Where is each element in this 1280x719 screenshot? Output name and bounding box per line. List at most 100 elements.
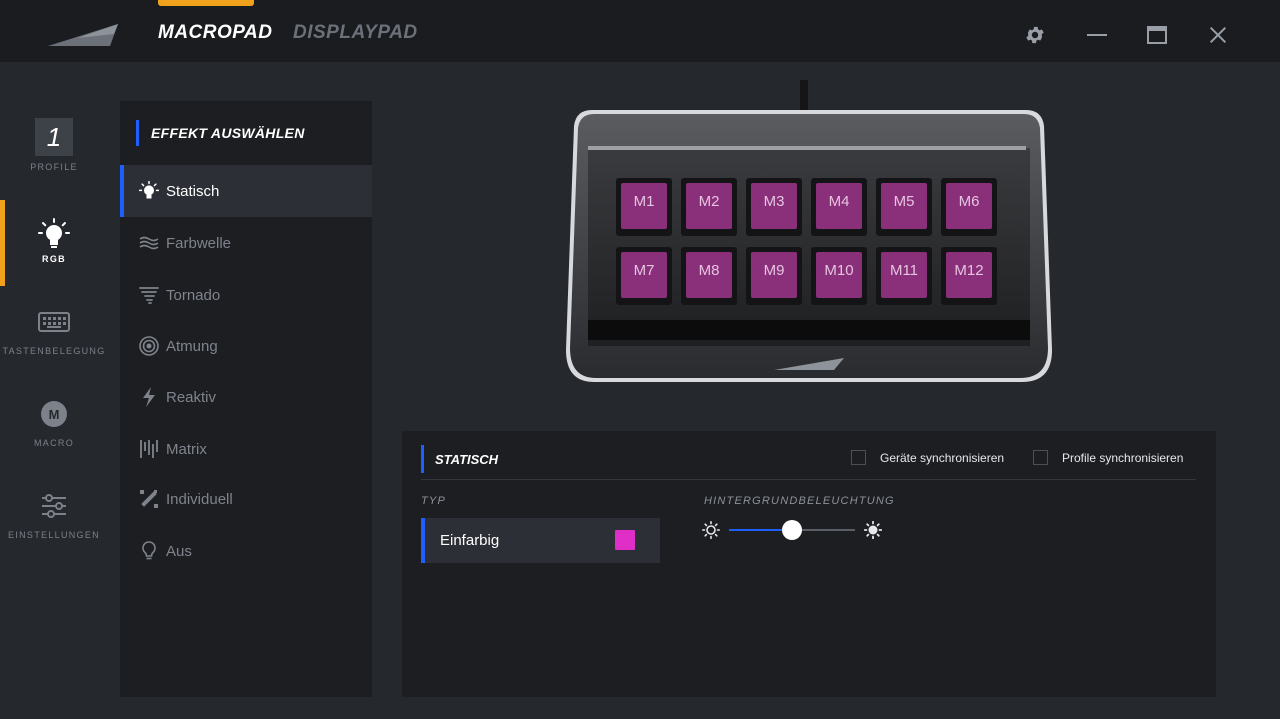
typ-label: TYP — [421, 495, 446, 507]
rail-item-einstellungen[interactable]: EINSTELLUNGEN — [0, 492, 108, 578]
custom-brush-icon — [138, 488, 160, 510]
effect-item-tornado[interactable]: Tornado — [120, 269, 372, 321]
macro-key-m6[interactable]: M6 — [941, 178, 997, 236]
effect-label: Tornado — [166, 286, 221, 304]
settings-title-text: STATISCH — [435, 451, 499, 467]
key-label: M12 — [946, 252, 992, 298]
macro-m-icon: M — [41, 401, 67, 427]
macro-key-m12[interactable]: M12 — [941, 247, 997, 305]
sync-profiles-checkbox[interactable]: Profile synchronisieren — [1033, 450, 1183, 465]
active-tab-indicator — [158, 0, 254, 6]
typ-selector[interactable]: Einfarbig — [421, 518, 660, 563]
key-label: M4 — [816, 183, 862, 229]
checkbox-box[interactable] — [1033, 450, 1048, 465]
profile-number-icon: 1 — [35, 118, 73, 156]
effect-label: Aus — [166, 542, 192, 560]
macro-key-m10[interactable]: M10 — [811, 247, 867, 305]
backlight-slider[interactable] — [702, 519, 884, 541]
divider — [421, 479, 1196, 480]
gear-icon — [1026, 26, 1044, 44]
rail-item-label: EINSTELLUNGEN — [8, 530, 100, 540]
matrix-icon — [138, 438, 160, 460]
maximize-icon — [1147, 26, 1167, 44]
svg-text:M: M — [49, 407, 60, 422]
title-accent-bar — [136, 120, 139, 146]
macro-key-m5[interactable]: M5 — [876, 178, 932, 236]
key-label: M8 — [686, 252, 732, 298]
top-bar: MACROPAD DISPLAYPAD — [0, 0, 1280, 62]
macro-key-m7[interactable]: M7 — [616, 247, 672, 305]
lightbulb-icon — [138, 180, 160, 202]
effect-item-matrix[interactable]: Matrix — [120, 423, 372, 475]
effect-label: Reaktiv — [166, 388, 217, 406]
checkbox-box[interactable] — [851, 450, 866, 465]
effect-item-individuell[interactable]: Individuell — [120, 473, 372, 525]
key-label: M9 — [751, 252, 797, 298]
rail-item-rgb[interactable]: RGB — [0, 218, 108, 304]
effect-panel: EFFEKT AUSWÄHLEN Statisch Farbwelle Torn… — [120, 101, 372, 697]
macro-key-m11[interactable]: M11 — [876, 247, 932, 305]
key-label: M10 — [816, 252, 862, 298]
lightbulb-icon — [38, 218, 70, 248]
breathing-icon — [138, 335, 160, 357]
rail-item-label: RGB — [42, 254, 66, 264]
macro-key-m1[interactable]: M1 — [616, 178, 672, 236]
brand-logo — [48, 24, 118, 46]
tab-displaypad[interactable]: DISPLAYPAD — [293, 22, 418, 44]
slider-thumb[interactable] — [782, 520, 802, 540]
color-swatch[interactable] — [615, 530, 635, 550]
brightness-low-icon — [702, 521, 720, 539]
brightness-high-icon — [864, 521, 882, 539]
effect-label: Individuell — [166, 490, 233, 508]
title-accent-bar — [421, 445, 424, 473]
tab-macropad[interactable]: MACROPAD — [158, 22, 272, 44]
effect-item-farbwelle[interactable]: Farbwelle — [120, 217, 372, 269]
effect-label: Atmung — [166, 337, 218, 355]
effect-label: Statisch — [166, 182, 220, 200]
key-label: M7 — [621, 252, 667, 298]
key-label: M6 — [946, 183, 992, 229]
effect-settings-panel: STATISCH Geräte synchronisieren Profile … — [402, 431, 1216, 697]
wave-icon — [138, 232, 160, 254]
sync-profiles-label: Profile synchronisieren — [1062, 450, 1184, 465]
minimize-button[interactable] — [1082, 20, 1112, 50]
rail-item-label: PROFILE — [30, 162, 78, 172]
macro-key-m8[interactable]: M8 — [681, 247, 737, 305]
sliders-icon — [42, 494, 66, 518]
rail-item-tastenbelegung[interactable]: TASTENBELEGUNG — [0, 310, 108, 396]
bulb-off-icon — [138, 540, 160, 562]
effect-item-statisch[interactable]: Statisch — [120, 165, 372, 217]
macro-key-m9[interactable]: M9 — [746, 247, 802, 305]
typ-value: Einfarbig — [440, 532, 500, 549]
tornado-icon — [138, 284, 160, 306]
rail-item-macro[interactable]: M MACRO — [0, 400, 108, 486]
effect-item-aus[interactable]: Aus — [120, 525, 372, 577]
sync-devices-checkbox[interactable]: Geräte synchronisieren — [851, 450, 1004, 465]
close-button[interactable] — [1203, 20, 1233, 50]
macro-key-m3[interactable]: M3 — [746, 178, 802, 236]
effect-label: Farbwelle — [166, 234, 232, 252]
sync-devices-label: Geräte synchronisieren — [880, 450, 1005, 465]
rail-item-label: TASTENBELEGUNG — [2, 346, 106, 356]
key-label: M2 — [686, 183, 732, 229]
key-label: M5 — [881, 183, 927, 229]
effect-panel-title: EFFEKT AUSWÄHLEN — [136, 120, 305, 146]
macropad-device: M1 M2 M3 M4 M5 M6 M7 M8 M9 M10 M11 M12 — [562, 80, 1056, 386]
effect-title-text: EFFEKT AUSWÄHLEN — [151, 125, 305, 141]
backlight-label: HINTERGRUNDBELEUCHTUNG — [704, 495, 895, 507]
rail-item-profile[interactable]: 1 PROFILE — [0, 118, 108, 204]
close-icon — [1209, 26, 1227, 44]
effect-label: Matrix — [166, 440, 207, 458]
maximize-button[interactable] — [1142, 20, 1172, 50]
settings-title: STATISCH — [421, 445, 498, 473]
effect-item-atmung[interactable]: Atmung — [120, 320, 372, 372]
left-rail: 1 PROFILE RGB TASTENBELEGUNG M MACRO EIN… — [0, 62, 108, 719]
macro-key-m4[interactable]: M4 — [811, 178, 867, 236]
app-window: MACROPAD DISPLAYPAD 1 PROFILE RGB TASTEN… — [0, 0, 1280, 719]
keyboard-icon — [38, 312, 70, 332]
macro-key-m2[interactable]: M2 — [681, 178, 737, 236]
rail-item-label: MACRO — [34, 438, 74, 448]
effect-item-reaktiv[interactable]: Reaktiv — [120, 371, 372, 423]
settings-button[interactable] — [1020, 20, 1050, 50]
key-label: M1 — [621, 183, 667, 229]
